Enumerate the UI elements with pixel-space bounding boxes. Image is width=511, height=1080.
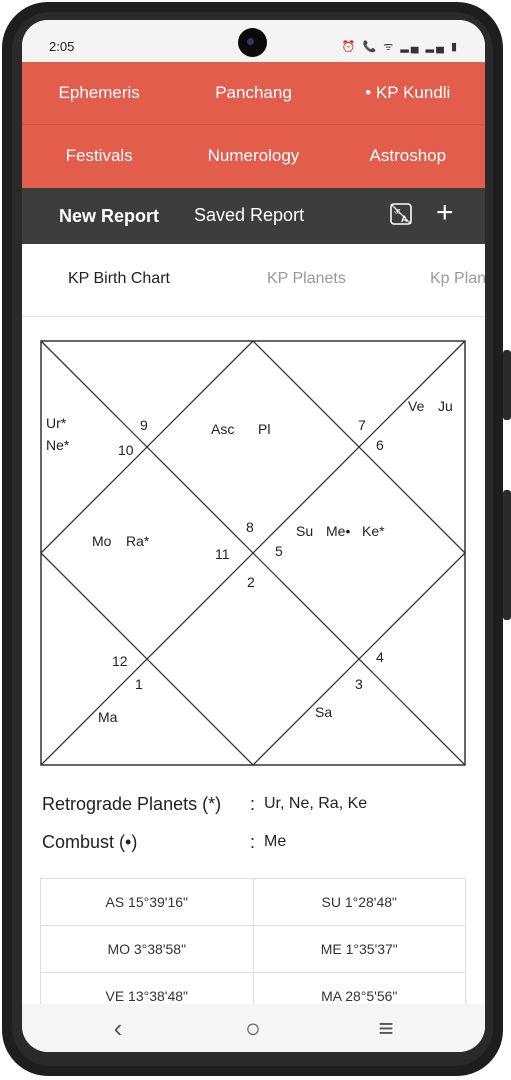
degree-table: AS 15°39'16" SU 1°28'48" MO 3°38'58" ME … [40, 878, 466, 1020]
back-icon[interactable]: ‹ [98, 1010, 138, 1046]
screen: 2:05 ⏰ 📞 ᯤ ▂▄ ▂▄ ▮ Ephemeris Panchang • … [22, 20, 485, 1052]
menu-icon[interactable]: ≡ [366, 1010, 406, 1046]
saved-report-tab[interactable]: Saved Report [194, 205, 304, 226]
planet-sa: Sa [315, 704, 332, 720]
house-5: 5 [275, 543, 283, 559]
planet-ne: Ne* [46, 437, 70, 453]
house-10: 10 [118, 442, 134, 458]
combust-value: Me [264, 833, 287, 850]
tab-kp-birth-chart[interactable]: KP Birth Chart [68, 270, 170, 288]
system-nav-bar: ‹ ○ ≡ [22, 1004, 485, 1052]
retrograde-label: Retrograde Planets (*) [42, 794, 222, 814]
nav-festivals[interactable]: Festivals [22, 125, 176, 187]
retrograde-value: Ur, Ne, Ra, Ke [264, 795, 368, 812]
house-4: 4 [376, 649, 384, 665]
planet-su: Su [296, 523, 313, 539]
degree-cell: ME 1°35'37" [252, 926, 466, 972]
planet-ra: Ra* [126, 533, 150, 549]
nav-kp-kundli[interactable]: • KP Kundli [331, 62, 485, 124]
new-report-tab[interactable]: New Report [59, 206, 159, 227]
planet-ve: Ve [408, 398, 425, 414]
status-time: 2:05 [49, 39, 75, 54]
chart-tabs: KP Birth Chart KP Planets Kp Planets [22, 244, 485, 317]
tab-kp-planets-more[interactable]: Kp Planets [430, 270, 485, 288]
table-row: MO 3°38'58" ME 1°35'37" [40, 926, 466, 973]
planet-pl: Pl [258, 421, 270, 437]
retrograde-sep: : [250, 794, 256, 814]
house-12: 12 [112, 653, 128, 669]
planet-me: Me• [326, 523, 350, 539]
status-icons: ⏰ 📞 ᯤ ▂▄ ▂▄ ▮ [341, 41, 459, 53]
house-9: 9 [140, 417, 148, 433]
volume-button [503, 350, 511, 420]
combust-label: Combust (•) [42, 832, 138, 852]
house-11: 11 [215, 546, 230, 562]
report-bar: New Report Saved Report अ A + [22, 188, 485, 244]
power-button [503, 490, 511, 620]
svg-text:अ: अ [394, 207, 401, 216]
svg-text:A: A [401, 214, 408, 224]
house-8: 8 [246, 519, 254, 535]
retrograde-row: Retrograde Planets (*) : Ur, Ne, Ra, Ke [42, 794, 367, 815]
front-camera [238, 28, 267, 57]
combust-sep: : [250, 832, 256, 852]
house-2: 2 [247, 574, 255, 590]
nav-numerology[interactable]: Numerology [176, 125, 330, 187]
nav-ephemeris[interactable]: Ephemeris [22, 62, 176, 124]
house-6: 6 [376, 437, 384, 453]
combust-row: Combust (•) : Me [42, 832, 286, 853]
status-bar: 2:05 ⏰ 📞 ᯤ ▂▄ ▂▄ ▮ [22, 20, 485, 62]
nav-astroshop[interactable]: Astroshop [331, 125, 485, 187]
degree-cell: SU 1°28'48" [252, 879, 466, 925]
nav-panchang[interactable]: Panchang [176, 62, 330, 124]
top-nav: Ephemeris Panchang • KP Kundli Festivals… [22, 62, 485, 188]
planet-ma: Ma [98, 709, 118, 725]
degree-cell: MO 3°38'58" [40, 926, 253, 972]
home-icon[interactable]: ○ [233, 1010, 273, 1046]
degree-cell: AS 15°39'16" [40, 879, 253, 925]
translate-icon[interactable]: अ A [390, 203, 412, 225]
planet-mo: Mo [92, 533, 112, 549]
phone-frame: 2:05 ⏰ 📞 ᯤ ▂▄ ▂▄ ▮ Ephemeris Panchang • … [0, 0, 511, 1080]
house-1: 1 [135, 676, 143, 692]
house-3: 3 [355, 676, 363, 692]
planet-ju: Ju [438, 398, 453, 414]
add-icon[interactable]: + [436, 198, 454, 228]
tab-kp-planets[interactable]: KP Planets [267, 270, 346, 288]
planet-asc: Asc [211, 421, 234, 437]
planet-ke: Ke* [362, 523, 385, 539]
planet-ur: Ur* [46, 415, 67, 431]
table-row: AS 15°39'16" SU 1°28'48" [40, 879, 466, 926]
kp-birth-chart: 9 10 7 6 8 11 5 2 12 1 4 3 Ur* Ne* Asc P… [40, 340, 466, 766]
house-7: 7 [358, 417, 366, 433]
